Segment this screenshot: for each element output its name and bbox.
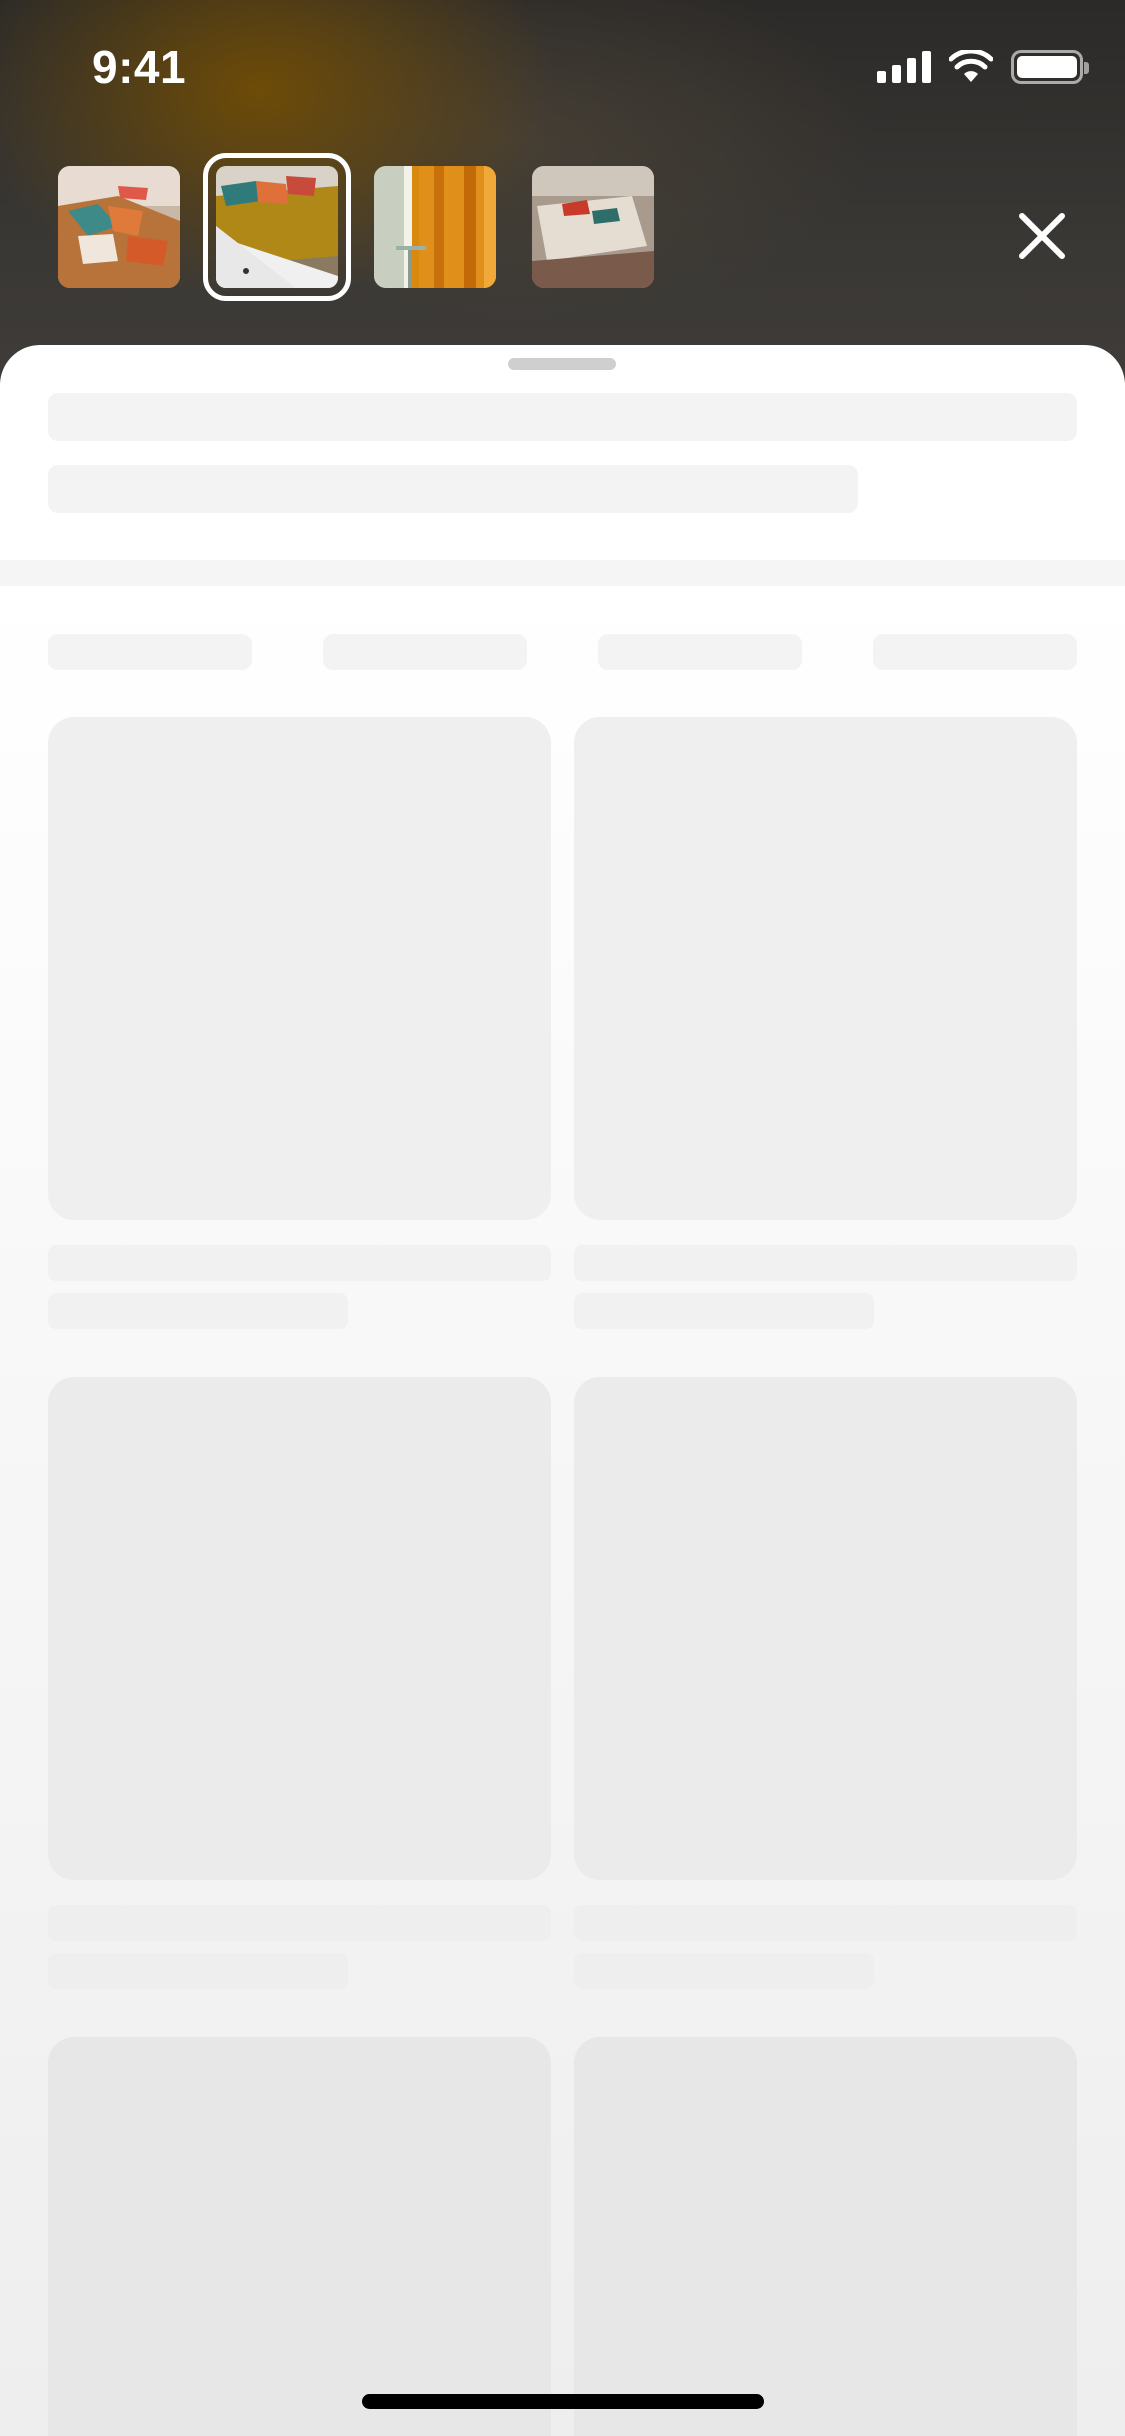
skeleton-filter-chip <box>48 634 252 670</box>
skeleton-product-image <box>48 1377 551 1880</box>
skeleton-product-price <box>574 1953 874 1989</box>
results-sheet[interactable] <box>0 345 1125 2436</box>
battery-icon <box>1011 50 1089 84</box>
skeleton-filter-chip <box>598 634 802 670</box>
skeleton-product-price <box>48 1293 348 1329</box>
thumbnail-bedroom-photo-2[interactable] <box>203 153 351 301</box>
bedroom-photo-icon <box>58 166 180 288</box>
skeleton-product-title <box>48 1245 551 1281</box>
thumbnail-bedroom-photo-1[interactable] <box>58 166 180 288</box>
skeleton-product-image <box>48 2037 551 2436</box>
status-time: 9:41 <box>92 41 187 93</box>
skeleton-product-image <box>574 2037 1077 2436</box>
bed-photo-icon <box>216 166 338 288</box>
status-bar: 9:41 <box>0 0 1125 140</box>
signal-icon <box>877 51 931 83</box>
sheet-grabber[interactable] <box>508 358 616 370</box>
skeleton-product-image <box>574 1377 1077 1880</box>
skeleton-filter-chip <box>323 634 527 670</box>
skeleton-product-title <box>574 1245 1077 1281</box>
skeleton-subtitle-line <box>48 465 858 513</box>
thumbnail-curtain-photo[interactable] <box>374 166 496 288</box>
photo-thumbnail-strip <box>58 153 654 301</box>
skeleton-product-image <box>48 717 551 1220</box>
skeleton-product-title <box>48 1905 551 1941</box>
skeleton-product-title <box>574 1905 1077 1941</box>
skeleton-product-price <box>48 1953 348 1989</box>
pillow-photo-icon <box>532 166 654 288</box>
status-icons <box>877 50 1089 84</box>
close-icon <box>1019 213 1065 259</box>
curtain-photo-icon <box>374 166 496 288</box>
skeleton-product-price <box>574 1293 874 1329</box>
skeleton-title-line <box>48 393 1077 441</box>
section-divider <box>0 560 1125 586</box>
skeleton-filter-chip <box>873 634 1077 670</box>
thumbnail-pillow-photo[interactable] <box>532 166 654 288</box>
close-button[interactable] <box>1002 196 1082 276</box>
home-indicator[interactable] <box>362 2394 764 2409</box>
wifi-icon <box>949 50 993 82</box>
skeleton-product-image <box>574 717 1077 1220</box>
